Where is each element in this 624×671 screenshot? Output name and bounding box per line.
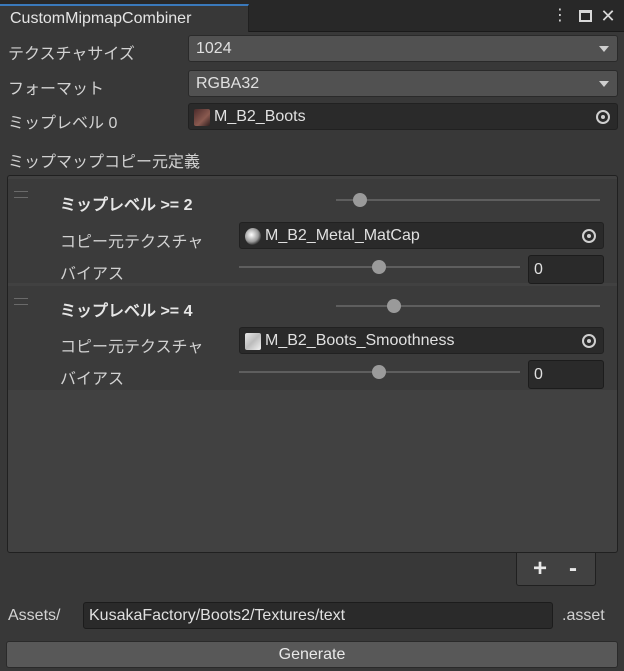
texture-thumbnail-icon	[194, 109, 210, 126]
mipmap-source-list: ミップレベル >= 2 コピー元テクスチャ M_B2_Metal_MatCap …	[7, 175, 618, 553]
format-dropdown[interactable]: RGBA32	[188, 70, 618, 97]
mip-level-slider[interactable]	[336, 199, 600, 201]
section-title: ミップマップコピー元定義	[8, 154, 201, 171]
window-tab-bar: CustomMipmapCombiner ⋮ ✕	[0, 0, 624, 32]
list-item: ミップレベル >= 2 コピー元テクスチャ M_B2_Metal_MatCap …	[8, 179, 617, 284]
bias-slider-knob[interactable]	[372, 260, 386, 274]
bias-slider-knob[interactable]	[372, 365, 386, 379]
window-tab[interactable]: CustomMipmapCombiner	[0, 4, 249, 32]
mip-level-slider-knob[interactable]	[353, 193, 367, 207]
maximize-icon[interactable]	[576, 6, 594, 26]
texture-size-label: テクスチャサイズ	[8, 46, 135, 63]
source-texture-field[interactable]: M_B2_Boots_Smoothness	[239, 327, 604, 354]
source-texture-value: M_B2_Boots_Smoothness	[265, 332, 455, 349]
format-value: RGBA32	[196, 75, 260, 92]
object-picker-icon[interactable]	[582, 229, 596, 243]
more-options-icon[interactable]: ⋮	[551, 6, 569, 26]
source-texture-label: コピー元テクスチャ	[60, 234, 204, 251]
bias-label: バイアス	[60, 266, 125, 283]
output-path-value: KusakaFactory/Boots2/Textures/text	[89, 607, 346, 624]
mip0-value: M_B2_Boots	[214, 108, 306, 125]
window-title: CustomMipmapCombiner	[10, 10, 192, 27]
drag-handle-icon[interactable]	[14, 191, 28, 198]
drag-handle-icon[interactable]	[14, 298, 28, 305]
mip-level-slider[interactable]	[336, 305, 600, 307]
list-add-remove: + -	[516, 553, 596, 586]
object-picker-icon[interactable]	[596, 110, 610, 124]
mip0-label: ミップレベル 0	[8, 115, 118, 132]
chevron-down-icon	[599, 46, 609, 52]
list-item: ミップレベル >= 4 コピー元テクスチャ M_B2_Boots_Smoothn…	[8, 286, 617, 390]
bias-input[interactable]: 0	[528, 255, 604, 284]
mip0-object-field[interactable]: M_B2_Boots	[188, 103, 618, 130]
mip-level-slider-knob[interactable]	[387, 299, 401, 313]
assets-prefix-label: Assets/	[8, 607, 61, 624]
close-icon[interactable]: ✕	[599, 6, 617, 26]
object-picker-icon[interactable]	[582, 334, 596, 348]
add-element-button[interactable]: +	[528, 555, 552, 583]
chevron-down-icon	[599, 81, 609, 87]
output-path-input[interactable]: KusakaFactory/Boots2/Textures/text	[83, 602, 553, 629]
source-texture-value: M_B2_Metal_MatCap	[265, 227, 420, 244]
entry-header: ミップレベル >= 4	[60, 303, 193, 320]
bias-label: バイアス	[60, 371, 125, 388]
texture-size-value: 1024	[196, 40, 232, 57]
bias-value: 0	[534, 366, 543, 383]
texture-size-dropdown[interactable]: 1024	[188, 35, 618, 62]
asset-suffix-label: .asset	[562, 607, 605, 624]
source-texture-label: コピー元テクスチャ	[60, 339, 204, 356]
remove-element-button[interactable]: -	[561, 555, 585, 583]
texture-thumbnail-icon	[245, 333, 261, 350]
format-label: フォーマット	[8, 81, 105, 98]
bias-input[interactable]: 0	[528, 360, 604, 389]
matcap-thumbnail-icon	[245, 228, 261, 245]
entry-header: ミップレベル >= 2	[60, 197, 193, 214]
generate-button[interactable]: Generate	[6, 641, 618, 668]
source-texture-field[interactable]: M_B2_Metal_MatCap	[239, 222, 604, 249]
bias-value: 0	[534, 261, 543, 278]
